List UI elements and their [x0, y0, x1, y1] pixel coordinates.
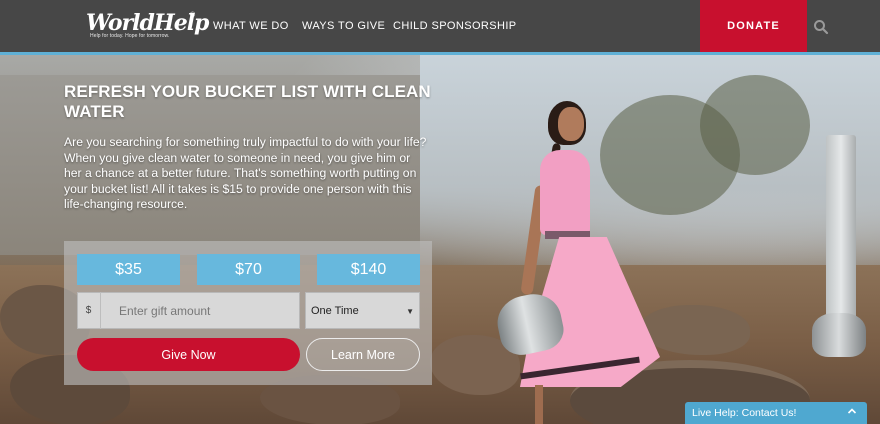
site-header: WorldHelp ® Help for today. Hope for tom… — [0, 0, 880, 52]
live-help-widget[interactable]: Live Help: Contact Us! — [685, 402, 867, 424]
learn-more-button[interactable]: Learn More — [306, 338, 420, 371]
girl-dress-top — [540, 150, 590, 235]
dropdown-caret-icon: ▼ — [406, 307, 414, 316]
amount-70-button[interactable]: $70 — [197, 254, 300, 285]
search-icon[interactable] — [813, 19, 829, 35]
currency-symbol: $ — [77, 292, 101, 329]
amount-140-button[interactable]: $140 — [317, 254, 420, 285]
logo-registered-mark: ® — [190, 12, 196, 19]
give-now-button[interactable]: Give Now — [77, 338, 300, 371]
logo-tagline: Help for today. Hope for tomorrow. — [90, 33, 170, 39]
frequency-selected-value: One Time — [311, 304, 359, 317]
worldhelp-logo[interactable]: WorldHelp ® Help for today. Hope for tom… — [86, 10, 209, 42]
frequency-select[interactable]: One Time ▼ — [305, 292, 420, 329]
live-help-label: Live Help: Contact Us! — [692, 407, 797, 419]
hero-description: Are you searching for something truly im… — [64, 135, 427, 211]
nav-child-sponsorship[interactable]: CHILD SPONSORSHIP — [393, 20, 517, 32]
gift-amount-input[interactable] — [102, 293, 299, 328]
metal-pot — [812, 313, 866, 357]
nav-ways-to-give[interactable]: WAYS TO GIVE — [302, 20, 385, 32]
girl-face — [558, 107, 584, 141]
tree-foliage — [700, 75, 810, 175]
nav-what-we-do[interactable]: WHAT WE DO — [213, 20, 289, 32]
hero-title: REFRESH YOUR BUCKET LIST WITH CLEAN WATE… — [64, 82, 431, 121]
water-pump — [826, 135, 856, 335]
girl-leg — [535, 385, 543, 424]
chevron-up-icon[interactable] — [847, 406, 857, 416]
amount-35-button[interactable]: $35 — [77, 254, 180, 285]
donate-button[interactable]: DONATE — [700, 0, 807, 52]
